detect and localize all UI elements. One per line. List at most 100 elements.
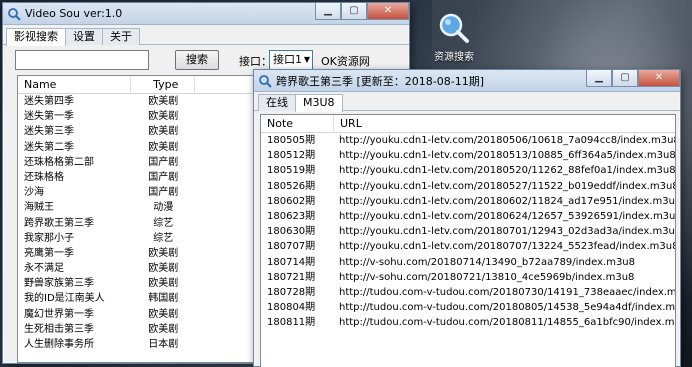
cell-note: 180630期 bbox=[267, 226, 316, 238]
table-row[interactable]: 180728期 http://tudou.com-v-tudou.com/2018… bbox=[261, 285, 675, 300]
column-header-name[interactable]: Name bbox=[18, 76, 132, 93]
tab-about[interactable]: 关于 bbox=[102, 28, 140, 45]
minimize-button[interactable]: ▁ bbox=[586, 70, 612, 87]
source-label: OK资源网 bbox=[321, 55, 370, 68]
table-row[interactable]: 180707期 http://youku.cdn1-letv.com/201807… bbox=[261, 239, 675, 254]
cell-url: http://youku.cdn1-letv.com/20180707/1322… bbox=[339, 241, 675, 253]
table-row[interactable]: 180630期 http://youku.cdn1-letv.com/201807… bbox=[261, 224, 675, 239]
magnifier-icon bbox=[438, 12, 470, 44]
table-row[interactable]: 180804期 http://tudou.com-v-tudou.com/2018… bbox=[261, 300, 675, 315]
table-row[interactable]: 180512期 http://youku.cdn1-letv.com/201805… bbox=[261, 148, 675, 163]
cell-name: 还珠格格第二部 bbox=[24, 156, 94, 168]
cell-url: http://youku.cdn1-letv.com/20180701/1294… bbox=[339, 226, 675, 238]
close-button[interactable]: ✕ bbox=[638, 70, 680, 87]
cell-name: 人生删除事务所 bbox=[24, 339, 94, 350]
cell-name: 跨界歌王第三季 bbox=[24, 217, 94, 229]
cell-note: 180512期 bbox=[267, 150, 316, 162]
maximize-button[interactable]: ▢ bbox=[612, 70, 638, 87]
cell-note: 180623期 bbox=[267, 210, 316, 222]
cell-url: http://tudou.com-v-tudou.com/20180811/14… bbox=[339, 317, 675, 329]
cell-name: 迷失第四季 bbox=[24, 96, 74, 107]
cell-type: 欧美剧 bbox=[148, 263, 179, 275]
episode-header: Note URL bbox=[261, 115, 675, 133]
app-search-icon bbox=[259, 74, 272, 88]
column-header-type[interactable]: Type bbox=[131, 76, 196, 93]
cell-note: 180505期 bbox=[267, 135, 316, 146]
cell-type: 欧美剧 bbox=[148, 96, 179, 107]
cell-name: 我家那小子 bbox=[24, 232, 74, 244]
cell-note: 180804期 bbox=[267, 302, 316, 314]
cell-url: http://youku.cdn1-letv.com/20180624/1265… bbox=[339, 210, 675, 222]
close-button[interactable]: ✕ bbox=[367, 3, 409, 20]
cell-url: http://youku.cdn1-letv.com/20180513/1088… bbox=[339, 150, 675, 162]
cell-type: 欧美剧 bbox=[148, 308, 179, 320]
cell-url: http://youku.cdn1-letv.com/20180527/1152… bbox=[339, 180, 675, 192]
tab-online[interactable]: 在线 bbox=[258, 94, 296, 111]
cell-name: 亮鹰第一季 bbox=[24, 247, 74, 259]
cell-type: 日本剧 bbox=[148, 339, 179, 350]
table-row[interactable]: 180505期 http://youku.cdn1-letv.com/201805… bbox=[261, 133, 675, 148]
cell-note: 180707期 bbox=[267, 241, 316, 253]
column-header-url[interactable]: URL bbox=[333, 115, 675, 132]
cell-type: 动漫 bbox=[153, 202, 174, 214]
cell-type: 欧美剧 bbox=[148, 141, 179, 153]
cell-type: 欧美剧 bbox=[148, 126, 179, 138]
cell-name: 迷失第二季 bbox=[24, 141, 74, 153]
tab-settings[interactable]: 设置 bbox=[65, 28, 103, 45]
search-input[interactable] bbox=[15, 50, 149, 70]
desktop-shortcut[interactable]: 资源搜索 bbox=[430, 12, 478, 63]
cell-note: 180728期 bbox=[267, 286, 316, 298]
table-row[interactable]: 180519期 http://youku.cdn1-letv.com/201805… bbox=[261, 163, 675, 178]
cell-name: 我的ID是江南美人 bbox=[24, 293, 105, 305]
episode-list[interactable]: Note URL 180505期 http://youku.cdn1-letv.c… bbox=[260, 114, 676, 367]
cell-name: 海贼王 bbox=[24, 202, 54, 214]
watermark: ... bbox=[667, 347, 682, 361]
cell-name: 迷失第一季 bbox=[24, 111, 74, 123]
tab-video-search[interactable]: 影视搜索 bbox=[6, 28, 66, 46]
cell-type: 国产剧 bbox=[148, 187, 179, 199]
cell-note: 180602期 bbox=[267, 195, 316, 207]
cell-type: 欧美剧 bbox=[148, 247, 179, 259]
cell-note: 180519期 bbox=[267, 165, 316, 177]
desktop-shortcut-label: 资源搜索 bbox=[434, 52, 474, 63]
maximize-button[interactable]: ▢ bbox=[341, 3, 367, 20]
chevron-down-icon: ▼ bbox=[303, 55, 310, 64]
main-tabs: 影视搜索 设置 关于 bbox=[3, 25, 409, 46]
cell-url: http://youku.cdn1-letv.com/20180602/1182… bbox=[339, 195, 675, 207]
interface-select[interactable]: 接口1 ▼ bbox=[269, 50, 313, 70]
cell-type: 综艺 bbox=[153, 232, 174, 244]
minimize-button[interactable]: ▁ bbox=[315, 3, 341, 20]
cell-url: http://v-sohu.com/20180721/13810_4ce5969… bbox=[339, 271, 635, 283]
cell-name: 魔幻世界第一季 bbox=[24, 308, 94, 320]
main-window-title: Video Sou ver:1.0 bbox=[25, 7, 123, 20]
cell-type: 欧美剧 bbox=[148, 278, 179, 290]
interface-selected-value: 接口1 bbox=[273, 53, 302, 66]
episode-tabs: 在线 M3U8 bbox=[254, 92, 680, 112]
app-search-icon bbox=[8, 7, 21, 21]
cell-name: 迷失第三季 bbox=[24, 126, 74, 138]
tab-m3u8[interactable]: M3U8 bbox=[295, 94, 343, 112]
search-button[interactable]: 搜索 bbox=[175, 50, 219, 70]
table-row[interactable]: 180714期 http://v-sohu.com/20180714/13490_… bbox=[261, 255, 675, 270]
column-header-note[interactable]: Note bbox=[261, 115, 333, 132]
cell-note: 180526期 bbox=[267, 180, 316, 192]
cell-name: 永不满足 bbox=[24, 263, 64, 275]
table-row[interactable]: 180811期 http://tudou.com-v-tudou.com/2018… bbox=[261, 315, 675, 330]
main-titlebar[interactable]: Video Sou ver:1.0 ▁ ▢ ✕ bbox=[3, 3, 409, 25]
cell-note: 180714期 bbox=[267, 256, 316, 268]
cell-note: 180811期 bbox=[267, 317, 316, 329]
table-row[interactable]: 180623期 http://youku.cdn1-letv.com/201806… bbox=[261, 209, 675, 224]
table-row[interactable]: 180721期 http://v-sohu.com/20180721/13810_… bbox=[261, 270, 675, 285]
cell-url: http://youku.cdn1-letv.com/20180520/1126… bbox=[339, 165, 675, 177]
cell-note: 180721期 bbox=[267, 271, 316, 283]
cell-url: http://tudou.com-v-tudou.com/20180730/14… bbox=[339, 286, 675, 298]
cell-url: http://tudou.com-v-tudou.com/20180805/14… bbox=[339, 302, 675, 314]
cell-type: 韩国剧 bbox=[148, 293, 179, 305]
episode-titlebar[interactable]: 跨界歌王第三季 [更新至：2018-08-11期] ▁ ▢ ✕ bbox=[254, 70, 680, 92]
table-row[interactable]: 180602期 http://youku.cdn1-letv.com/201806… bbox=[261, 194, 675, 209]
episode-window: 跨界歌王第三季 [更新至：2018-08-11期] ▁ ▢ ✕ 在线 M3U8 … bbox=[253, 69, 681, 367]
table-row[interactable]: 180526期 http://youku.cdn1-letv.com/201805… bbox=[261, 179, 675, 194]
cell-type: 综艺 bbox=[153, 217, 174, 229]
cell-name: 沙海 bbox=[24, 187, 44, 199]
interface-label: 接口： bbox=[239, 55, 272, 68]
